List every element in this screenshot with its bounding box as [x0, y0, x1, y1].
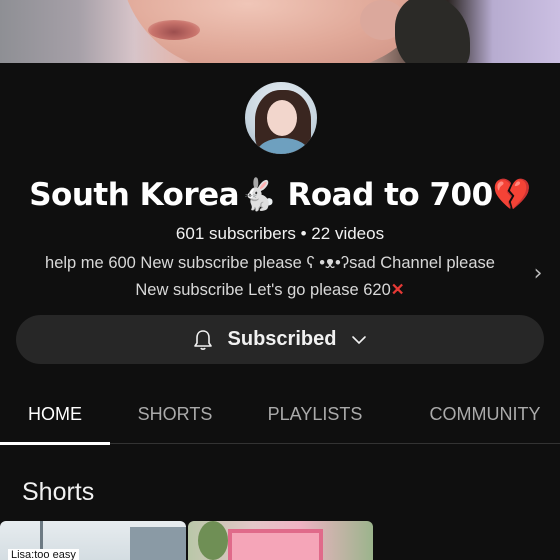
- broken-heart-emoji: 💔: [492, 177, 532, 213]
- channel-title: South Korea🐇 Road to 700💔: [0, 176, 560, 213]
- description-line-2-text: New subscribe Let's go please 620: [135, 281, 391, 299]
- description-line-1: help me 600 New subscribe please ʕ •ᴥ•ʔs…: [45, 254, 495, 272]
- banner-lips: [148, 20, 200, 40]
- cross-mark-emoji: ✕: [390, 281, 405, 299]
- chevron-down-icon: [348, 329, 370, 351]
- avatar-face: [267, 100, 297, 136]
- thumbnail-caption: Lisa:too easy: [8, 549, 79, 560]
- channel-avatar[interactable]: [243, 80, 319, 156]
- channel-title-main: South Korea: [29, 177, 240, 213]
- shorts-section-title: Shorts: [22, 478, 95, 506]
- thumbnail-frame: [228, 529, 323, 560]
- tab-shorts[interactable]: SHORTS: [120, 386, 230, 444]
- subscribed-button[interactable]: Subscribed: [16, 315, 544, 364]
- chevron-right-icon[interactable]: ›: [528, 263, 548, 285]
- tab-playlists[interactable]: PLAYLISTS: [250, 386, 380, 444]
- thumbnail-foliage: [198, 521, 228, 560]
- description-line-2: New subscribe Let's go please 620✕: [16, 277, 524, 304]
- thumbnail-building: [130, 527, 186, 560]
- channel-tabs: HOME SHORTS PLAYLISTS COMMUNITY: [0, 386, 560, 445]
- rabbit-emoji: 🐇: [239, 177, 278, 213]
- tab-community[interactable]: COMMUNITY: [410, 386, 560, 444]
- tab-home[interactable]: HOME: [0, 386, 110, 445]
- short-thumbnail-1[interactable]: Lisa:too easy: [0, 521, 186, 560]
- channel-description[interactable]: help me 600 New subscribe please ʕ •ᴥ•ʔs…: [16, 250, 524, 304]
- subscribed-label: Subscribed: [227, 328, 337, 350]
- channel-title-rest: Road to 700: [277, 177, 493, 213]
- banner-hair: [395, 0, 470, 63]
- channel-meta: 601 subscribers • 22 videos: [175, 224, 385, 243]
- short-thumbnail-2[interactable]: [188, 521, 373, 560]
- channel-banner: [0, 0, 560, 63]
- bell-icon: [190, 327, 216, 353]
